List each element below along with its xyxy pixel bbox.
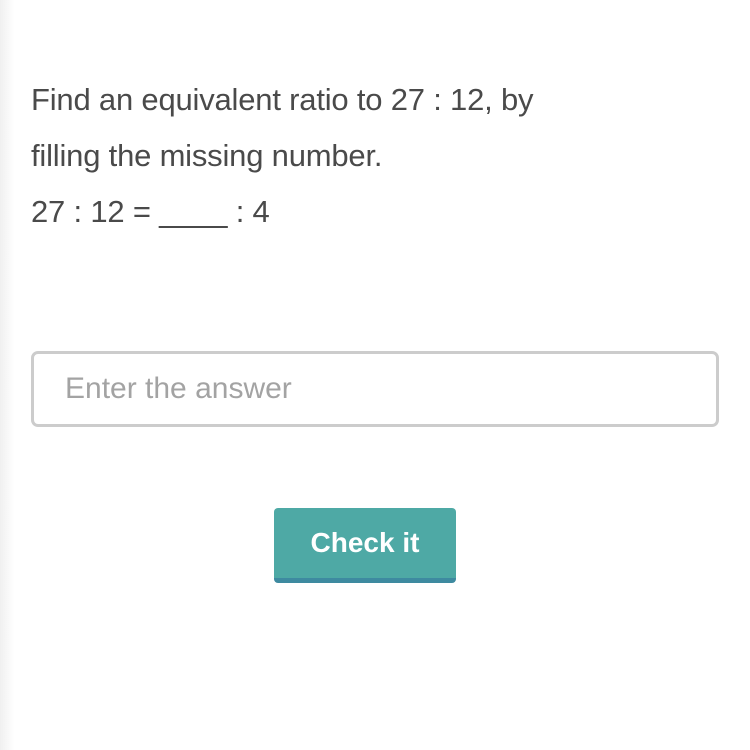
ratio-equation: 27 : 12 = ____ : 4 <box>31 194 270 229</box>
left-edge-shade <box>0 0 14 750</box>
answer-input[interactable] <box>31 351 719 427</box>
check-it-button[interactable]: Check it <box>274 508 456 583</box>
question-line-1: Find an equivalent ratio to 27 : 12, by <box>31 82 534 117</box>
question-line-2: filling the missing number. <box>31 138 383 173</box>
question-prompt: Find an equivalent ratio to 27 : 12, by … <box>31 72 534 240</box>
